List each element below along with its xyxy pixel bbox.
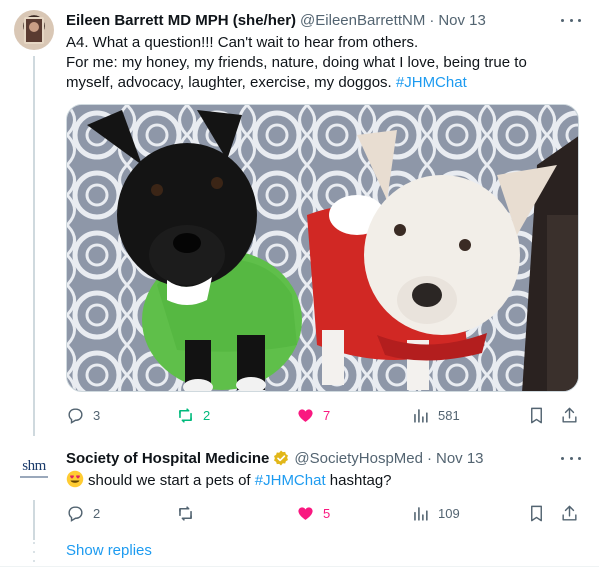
views-button[interactable]: 109	[411, 502, 460, 524]
separator: ·	[427, 449, 432, 467]
like-count: 5	[323, 505, 331, 521]
retweet-button[interactable]	[176, 502, 203, 524]
tweet-text-fragment: hashtag?	[325, 472, 392, 489]
share-icon	[562, 407, 577, 423]
like-count: 7	[323, 407, 331, 423]
avatar[interactable]: shm	[14, 448, 54, 488]
tweet-text: A4. What a question!!! Can't wait to hea…	[66, 33, 576, 93]
hashtag-link[interactable]: #JHMChat	[255, 472, 326, 489]
tweet-date[interactable]: Nov 13	[436, 450, 484, 467]
bookmark-icon	[531, 505, 542, 521]
author-handle[interactable]: @SocietyHospMed	[294, 450, 423, 467]
tweet-photo[interactable]	[66, 104, 579, 392]
thread-line	[33, 500, 35, 540]
hashtag-link[interactable]: #JHMChat	[396, 74, 467, 91]
tweet-text-fragment: myself, advocacy, laughter, exercise, my…	[66, 74, 396, 91]
heart-icon	[298, 408, 313, 422]
more-options-icon[interactable]	[561, 10, 581, 30]
tweet-header: Society of Hospital Medicine @SocietyHos…	[66, 448, 484, 468]
tweet-text: should we start a pets of #JHMChat hasht…	[66, 470, 576, 491]
avatar[interactable]	[14, 10, 54, 50]
tweet-date[interactable]: Nov 13	[438, 12, 486, 29]
retweet-icon	[179, 407, 192, 423]
author-handle[interactable]: @EileenBarrettNM	[300, 12, 425, 29]
reply-icon	[68, 505, 83, 522]
bookmark-button[interactable]	[527, 404, 546, 426]
view-count: 581	[438, 407, 460, 423]
like-button[interactable]: 5	[296, 502, 330, 524]
share-button[interactable]	[560, 404, 579, 426]
verified-badge-icon[interactable]	[272, 449, 290, 467]
more-options-icon[interactable]	[561, 448, 581, 468]
share-button[interactable]	[560, 502, 579, 524]
tweet-actions: 2 5 109	[66, 502, 582, 524]
reply-count: 2	[93, 505, 101, 521]
like-button[interactable]: 7	[296, 404, 330, 426]
view-count: 109	[438, 505, 460, 521]
views-button[interactable]: 581	[411, 404, 460, 426]
tweet[interactable]: Eileen Barrett MD MPH (she/her) @EileenB…	[0, 0, 599, 436]
retweet-count: 2	[203, 407, 211, 423]
bookmark-icon	[531, 407, 542, 423]
dogs-photo-illustration	[67, 105, 578, 391]
author-name[interactable]: Society of Hospital Medicine	[66, 450, 269, 467]
reply-count: 3	[93, 407, 101, 423]
reply-button[interactable]: 2	[66, 502, 100, 524]
tweet-actions: 3 2 7 581	[66, 404, 582, 426]
views-icon	[414, 506, 428, 521]
tweet-text-line: A4. What a question!!! Can't wait to hea…	[66, 34, 419, 51]
heart-eyes-emoji-icon	[66, 470, 84, 488]
reply-button[interactable]: 3	[66, 404, 100, 426]
author-name[interactable]: Eileen Barrett MD MPH (she/her)	[66, 12, 296, 29]
views-icon	[414, 408, 428, 423]
tweet-header: Eileen Barrett MD MPH (she/her) @EileenB…	[66, 10, 486, 30]
reply-icon	[68, 407, 83, 424]
bookmark-button[interactable]	[527, 502, 546, 524]
share-icon	[562, 505, 577, 521]
show-replies-link[interactable]: Show replies	[66, 541, 152, 561]
shm-logo: shm	[22, 457, 46, 474]
retweet-icon	[179, 505, 192, 521]
thread-continuation-dots	[31, 542, 37, 562]
thread-line	[33, 56, 35, 436]
tweet-text-line: For me: my honey, my friends, nature, do…	[66, 54, 527, 71]
separator: ·	[429, 11, 435, 29]
tweet-text-line: myself, advocacy, laughter, exercise, my…	[66, 73, 576, 93]
retweet-button[interactable]: 2	[176, 404, 210, 426]
divider	[0, 566, 599, 567]
heart-icon	[298, 506, 313, 520]
tweet-text-fragment: should we start a pets of	[88, 472, 255, 489]
